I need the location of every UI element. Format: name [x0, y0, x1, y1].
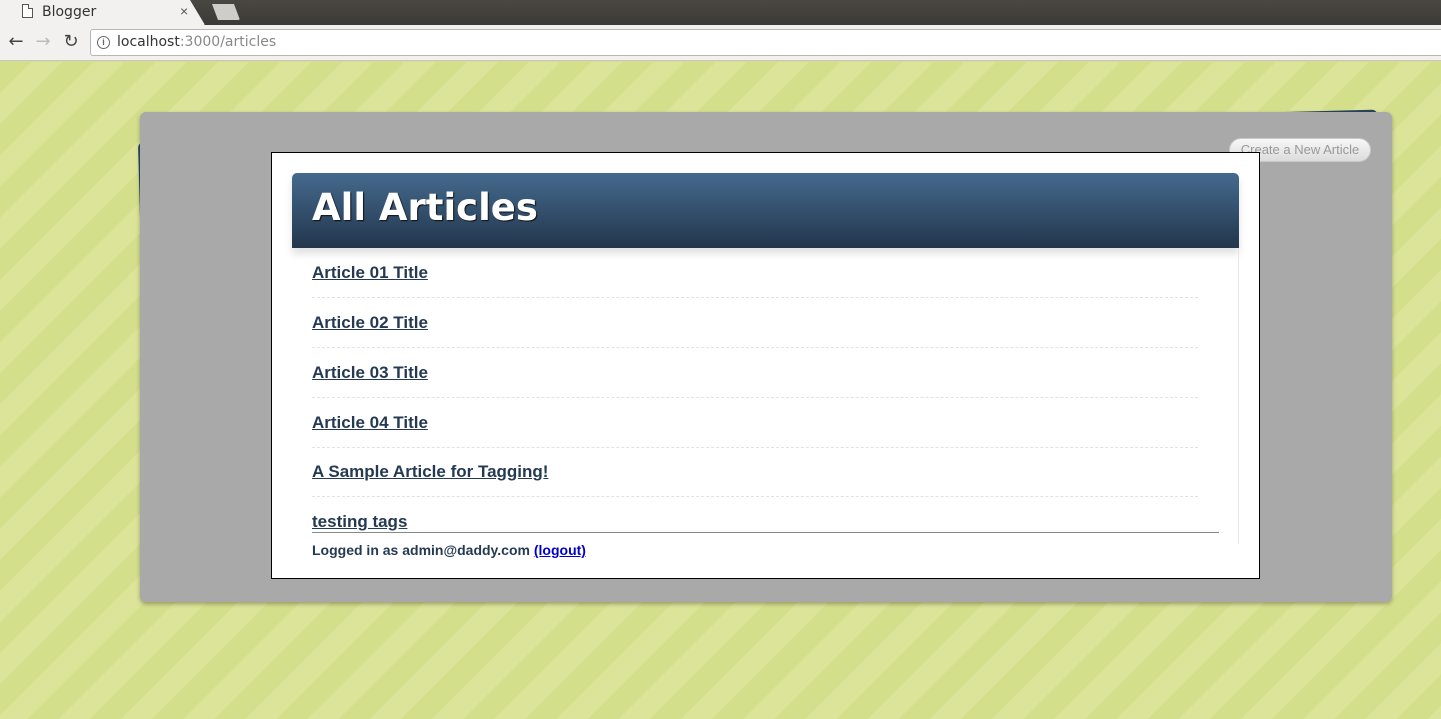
close-tab-icon[interactable]: ×: [180, 3, 188, 19]
new-tab-button[interactable]: [212, 4, 240, 20]
browser-tab[interactable]: Blogger ×: [0, 0, 205, 25]
browser-tab-bar: Blogger ×: [0, 0, 1441, 25]
url-text[interactable]: localhost:3000/articles: [117, 34, 276, 50]
tab-title: Blogger: [42, 4, 97, 20]
login-status: Logged in as admin@daddy.com (logout): [312, 542, 586, 558]
list-item: Article 02 Title: [312, 298, 1198, 348]
logout-link[interactable]: (logout): [534, 542, 586, 558]
article-link[interactable]: Article 01 Title: [312, 263, 428, 283]
url-host: localhost: [117, 34, 180, 50]
page-viewport: Create a New Article All Articles Articl…: [0, 62, 1441, 719]
forward-arrow-icon[interactable]: →: [32, 30, 54, 54]
list-item: Article 03 Title: [312, 348, 1198, 398]
article-link[interactable]: A Sample Article for Tagging!: [312, 462, 548, 482]
list-item: Article 01 Title: [312, 248, 1198, 298]
main-content: All Articles Article 01 Title Article 02…: [271, 152, 1260, 579]
article-link[interactable]: testing tags: [312, 512, 407, 532]
address-bar[interactable]: i localhost:3000/articles: [90, 29, 1441, 56]
reload-icon[interactable]: ↻: [60, 30, 82, 54]
list-item: Article 04 Title: [312, 398, 1198, 448]
article-link[interactable]: Article 04 Title: [312, 413, 428, 433]
page-title: All Articles: [312, 186, 538, 229]
article-link[interactable]: Article 03 Title: [312, 363, 428, 383]
article-link[interactable]: Article 02 Title: [312, 313, 428, 333]
logged-in-text: Logged in as admin@daddy.com: [312, 542, 530, 558]
back-arrow-icon[interactable]: ←: [5, 30, 27, 54]
info-icon[interactable]: i: [97, 36, 110, 49]
browser-toolbar: ← → ↻ i localhost:3000/articles: [0, 25, 1441, 61]
article-list: Article 01 Title Article 02 Title Articl…: [292, 248, 1239, 544]
url-path: :3000/articles: [179, 34, 277, 50]
page-header: All Articles: [292, 173, 1239, 248]
list-item: testing tags: [312, 497, 1198, 535]
list-item: A Sample Article for Tagging!: [312, 447, 1198, 497]
footer-divider: [312, 532, 1219, 533]
page-icon: [22, 4, 33, 18]
